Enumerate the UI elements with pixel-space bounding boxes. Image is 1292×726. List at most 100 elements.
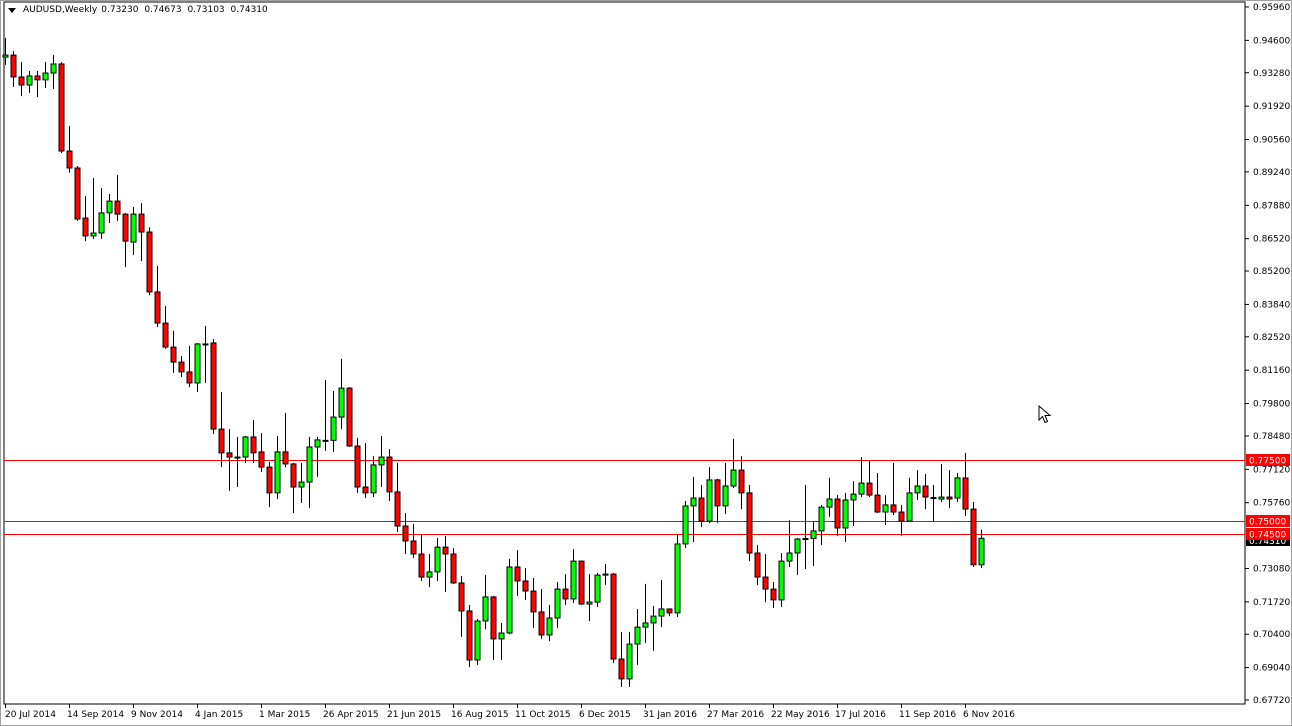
candle xyxy=(562,574,569,606)
candle xyxy=(882,495,889,526)
candle xyxy=(802,485,809,569)
candle-body-bullish xyxy=(658,608,665,617)
candle-body-bearish xyxy=(386,456,393,493)
candle xyxy=(394,462,401,532)
candle-body-bullish xyxy=(938,496,945,500)
candle-body-bearish xyxy=(226,452,233,458)
candle-body-bearish xyxy=(258,451,265,468)
x-tick-label: 22 May 2016 xyxy=(771,710,830,720)
y-tick-label: 0.90560 xyxy=(1253,136,1290,146)
y-tick-label: 0.67720 xyxy=(1253,696,1290,706)
candle-body-bullish xyxy=(730,469,737,487)
x-tick-label: 31 Jan 2016 xyxy=(643,710,697,720)
candle xyxy=(122,212,129,268)
candle xyxy=(42,61,49,88)
candle-body-bearish xyxy=(890,504,897,513)
candle xyxy=(554,581,561,629)
candle xyxy=(426,553,433,588)
candle-body-bullish xyxy=(954,477,961,499)
candle-body-bullish xyxy=(106,200,113,214)
candle-body-bearish xyxy=(250,436,257,454)
candle xyxy=(866,460,873,498)
candle xyxy=(50,55,57,89)
candle xyxy=(450,548,457,584)
candle xyxy=(178,355,185,378)
candle xyxy=(586,574,593,621)
candle-body-bearish xyxy=(146,231,153,293)
candle xyxy=(778,553,785,607)
candle-body-bullish xyxy=(778,560,785,601)
candle xyxy=(218,392,225,468)
candle xyxy=(82,195,89,242)
candle xyxy=(706,467,713,524)
candle-body-bearish xyxy=(962,477,969,510)
candle xyxy=(26,71,33,93)
candle-body-bullish xyxy=(330,416,337,441)
candle xyxy=(354,437,361,493)
candle xyxy=(642,583,649,644)
candle-body-bearish xyxy=(538,611,545,636)
candle-body-bullish xyxy=(706,479,713,522)
mouse-pointer-icon xyxy=(1038,405,1052,424)
candle xyxy=(210,339,217,434)
candle xyxy=(714,478,721,524)
candle-body-bullish xyxy=(90,232,97,237)
candle xyxy=(266,461,273,508)
candle-body-bearish xyxy=(490,596,497,640)
candle xyxy=(162,305,169,350)
candle-body-bearish xyxy=(618,658,625,680)
candle xyxy=(202,326,209,383)
candle-body-bullish xyxy=(434,546,441,573)
y-tick-label: 0.81160 xyxy=(1253,366,1290,376)
candle-body-bearish xyxy=(522,580,529,592)
candle xyxy=(626,632,633,687)
candle-body-bearish xyxy=(714,479,721,507)
candle xyxy=(442,536,449,593)
candle xyxy=(818,504,825,545)
candle xyxy=(914,470,921,501)
candle xyxy=(322,380,329,451)
x-tick-label: 6 Nov 2016 xyxy=(963,710,1015,720)
candle-body-bearish xyxy=(466,610,473,661)
candle-body-bullish xyxy=(98,212,105,234)
price-line-label: 0.74500 xyxy=(1249,531,1286,541)
candle xyxy=(514,550,521,596)
candle-body-bearish xyxy=(530,590,537,613)
candlestick-chart[interactable]: 0.95960 0.94600 0.93280 0.91920 0.90560 0.892… xyxy=(0,0,1292,726)
candle-body-bullish xyxy=(642,622,649,628)
candle-body-bearish xyxy=(186,371,193,384)
dropdown-triangle-icon[interactable] xyxy=(8,7,16,13)
candle xyxy=(66,126,73,173)
candle xyxy=(234,436,241,487)
x-tick-label: 20 Jul 2014 xyxy=(5,710,56,720)
candle xyxy=(250,420,257,463)
candle-body-bearish xyxy=(34,75,41,81)
candle-body-bearish xyxy=(154,291,161,324)
x-tick-label: 1 Mar 2015 xyxy=(259,710,310,720)
candle-body-bearish xyxy=(770,588,777,601)
candle-body-bullish xyxy=(850,493,857,501)
candle-body-bearish xyxy=(610,573,617,660)
candle-body-bullish xyxy=(722,485,729,507)
candle-body-bearish xyxy=(738,469,745,494)
candle-body-bullish xyxy=(482,596,489,622)
candle-body-bullish xyxy=(690,497,697,507)
candle xyxy=(738,456,745,510)
candle-body-bearish xyxy=(162,322,169,348)
candle-body-bullish xyxy=(498,632,505,640)
low-value: 0.73103 xyxy=(187,5,225,15)
candle-body-bullish xyxy=(810,530,817,540)
candle-body-bearish xyxy=(170,346,177,363)
candle-body-bullish xyxy=(794,538,801,554)
candle-body-bearish xyxy=(354,445,361,488)
candle-body-bullish xyxy=(506,566,513,634)
candle xyxy=(682,500,689,549)
candle xyxy=(298,462,305,503)
candle-body-bearish xyxy=(946,496,953,500)
candle-body-bearish xyxy=(210,342,217,430)
x-tick-label: 11 Oct 2015 xyxy=(515,710,571,720)
x-tick-label: 16 Aug 2015 xyxy=(451,710,509,720)
candle xyxy=(138,203,145,261)
candle xyxy=(698,485,705,527)
candle-body-bullish xyxy=(586,601,593,605)
